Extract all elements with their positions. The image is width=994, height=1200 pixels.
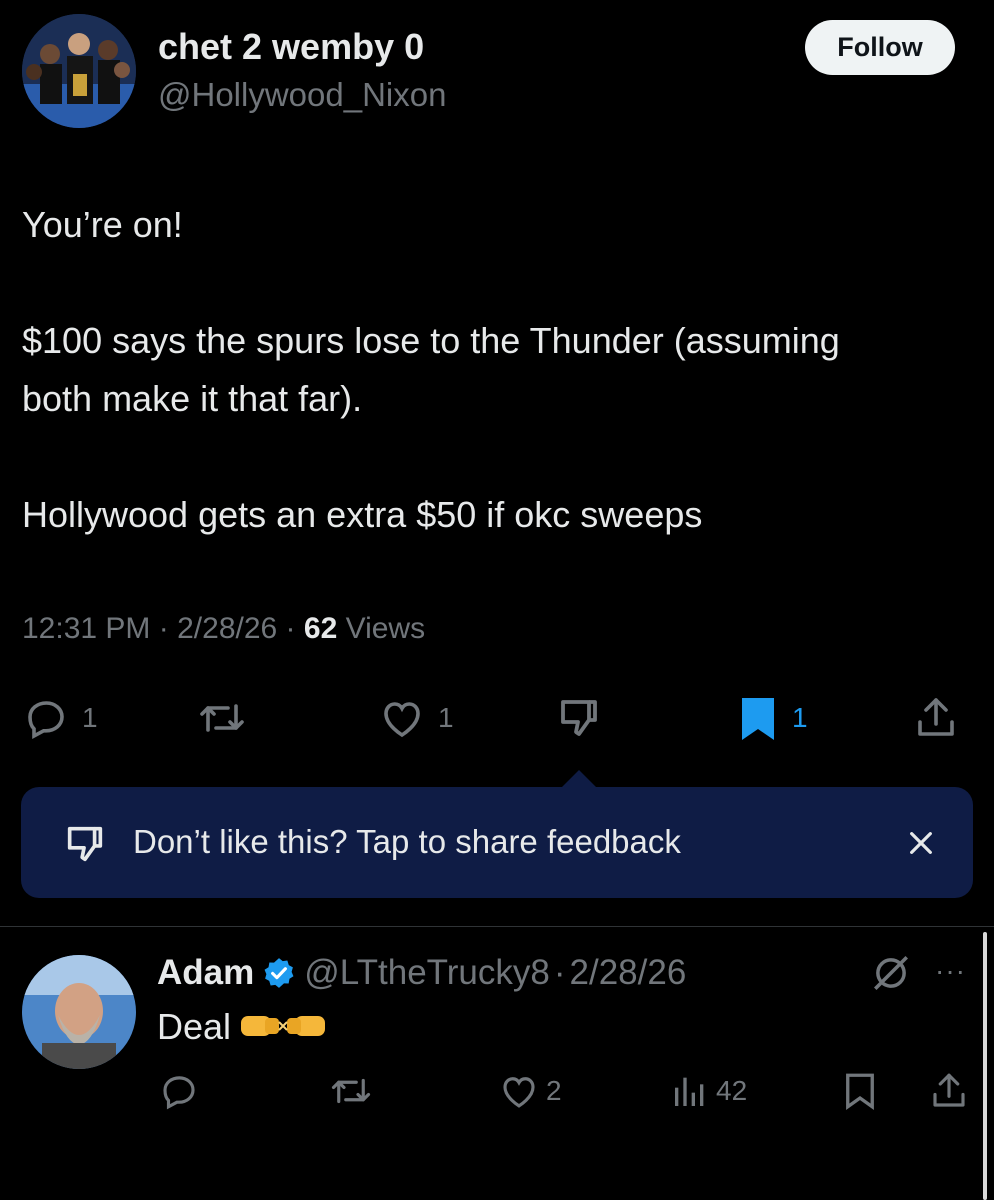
tweet-date[interactable]: 2/28/26 [177,612,277,645]
retweet-button[interactable] [196,694,248,742]
author-avatar[interactable] [22,14,136,128]
share-icon [912,694,960,742]
reply-icon [22,694,70,742]
retweet-icon [196,694,248,742]
views-label: Views [345,612,426,645]
reply-author-avatar[interactable] [22,955,136,1069]
reply-reply-button[interactable] [158,1070,200,1112]
reply-text-body: Deal [157,1006,232,1047]
reply-author-handle[interactable]: @LTtheTrucky8 [304,953,550,993]
reply-retweet-button[interactable] [328,1070,374,1112]
thumbs-down-icon [61,821,109,867]
like-count: 1 [438,702,454,733]
reply-button[interactable]: 1 [22,694,98,742]
views-count: 62 [303,612,338,645]
retweet-icon [328,1070,374,1112]
feedback-text: Don’t like this? Tap to share feedback [133,823,681,860]
tweet-paragraph: Hollywood gets an extra $50 if okc sweep… [22,494,703,535]
reply-like-button[interactable]: 2 [498,1070,562,1112]
more-options-icon[interactable]: ··· [935,955,966,987]
reply-views-count: 42 [716,1075,748,1106]
bookmark-icon [840,1070,880,1112]
reply-icon [158,1070,200,1112]
reply-text: Deal [157,1006,329,1048]
share-icon [928,1070,970,1112]
verified-badge-icon [262,956,296,990]
reply-views-button[interactable]: 42 [670,1070,747,1112]
reply-share-button[interactable] [928,1070,970,1112]
heart-icon [378,694,426,742]
bookmark-count: 1 [792,702,808,733]
bookmark-button[interactable]: 1 [736,694,808,742]
reply-bookmark-button[interactable] [840,1070,880,1112]
reply-author-name[interactable]: Adam [157,953,254,993]
tweet-text: You’re on! $100 says the spurs lose to t… [22,196,962,544]
tweet-paragraph: $100 says the spurs lose to the Thunder … [22,320,840,419]
scrollbar[interactable] [983,932,987,1200]
like-button[interactable]: 1 [378,694,454,742]
grok-icon[interactable] [870,952,912,994]
share-button[interactable] [912,694,960,742]
divider [0,926,994,927]
reply-header: Adam @LTtheTrucky8 · 2/28/26 [157,953,687,993]
author-handle[interactable]: @Hollywood_Nixon [158,76,446,114]
reply-like-count: 2 [546,1075,562,1106]
feedback-caret [561,770,597,788]
reply-count: 1 [82,702,98,733]
bar-chart-icon [670,1070,710,1112]
dislike-button[interactable] [555,694,603,742]
author-display-name[interactable]: chet 2 wemby 0 [158,26,424,68]
heart-icon [498,1070,540,1112]
tweet-time[interactable]: 12:31 PM [22,612,150,645]
follow-button[interactable]: Follow [805,20,955,75]
feedback-banner[interactable]: Don’t like this? Tap to share feedback [21,787,973,898]
reply-date[interactable]: 2/28/26 [570,953,687,993]
fist-bump-emoji-icon [237,1008,329,1046]
thumbs-down-icon [555,694,603,742]
close-icon[interactable] [905,827,937,859]
tweet-meta: 12:31 PM · 2/28/26 · 62 Views [22,612,426,645]
bookmark-filled-icon [736,694,780,742]
tweet-paragraph: You’re on! [22,204,183,245]
